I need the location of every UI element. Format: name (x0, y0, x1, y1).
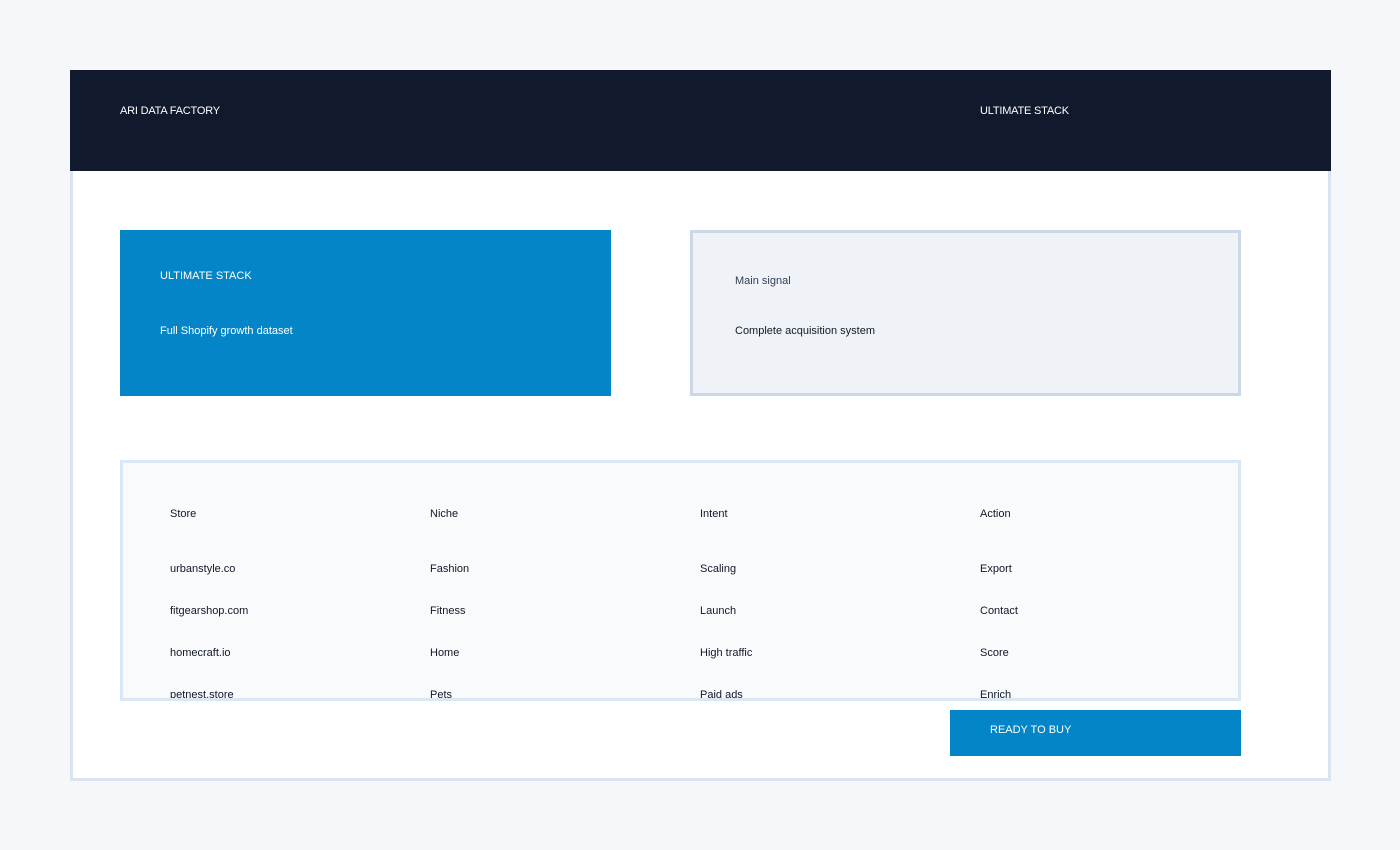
table-cell-action[interactable]: Export (980, 563, 1012, 575)
table-cell-niche: Fashion (430, 563, 470, 575)
hero-kicker: ULTIMATE STACK (160, 270, 252, 282)
table-cell-action[interactable]: Enrich (980, 689, 1011, 698)
ready-to-buy-button[interactable]: READY TO BUY (950, 710, 1241, 756)
table-cell-intent: Paid ads (700, 689, 743, 701)
column-header-store: Store (170, 508, 197, 520)
table-cell-store: petnest.store (170, 689, 234, 701)
table-cell-action[interactable]: Score (980, 647, 1009, 659)
table-cell-niche: Home (430, 647, 460, 659)
hero-card: ULTIMATE STACK Full Shopify growth datas… (120, 230, 611, 396)
column-header-intent: Intent (700, 508, 728, 520)
table-cell-niche: Pets (430, 689, 453, 701)
table-cell-store: urbanstyle.co (170, 563, 236, 575)
signal-value: Complete acquisition system (735, 325, 876, 337)
table-cell-intent: Scaling (700, 563, 737, 575)
table-cell-action[interactable]: Contact (980, 605, 1018, 617)
table-cell-intent: High traffic (700, 647, 753, 659)
table-cell-niche: Fitness (430, 605, 466, 617)
table-cell-intent: Launch (700, 605, 737, 617)
table-cell-store: fitgearshop.com (170, 605, 249, 617)
store-table: Store Niche Intent Action urbanstyle.co … (120, 460, 1241, 701)
top-bar: ARI DATA FACTORY ULTIMATE STACK (70, 70, 1331, 171)
column-header-action: Action (980, 508, 1011, 520)
hero-description: Full Shopify growth dataset (160, 325, 293, 337)
signal-card: Main signal Complete acquisition system (690, 230, 1241, 396)
plan-label: ULTIMATE STACK (980, 105, 1069, 117)
signal-label: Main signal (735, 275, 791, 287)
table-cell-store: homecraft.io (170, 647, 231, 659)
brand-label: ARI DATA FACTORY (120, 105, 220, 117)
column-header-niche: Niche (430, 508, 459, 520)
ready-to-buy-label: READY TO BUY (990, 724, 1072, 736)
